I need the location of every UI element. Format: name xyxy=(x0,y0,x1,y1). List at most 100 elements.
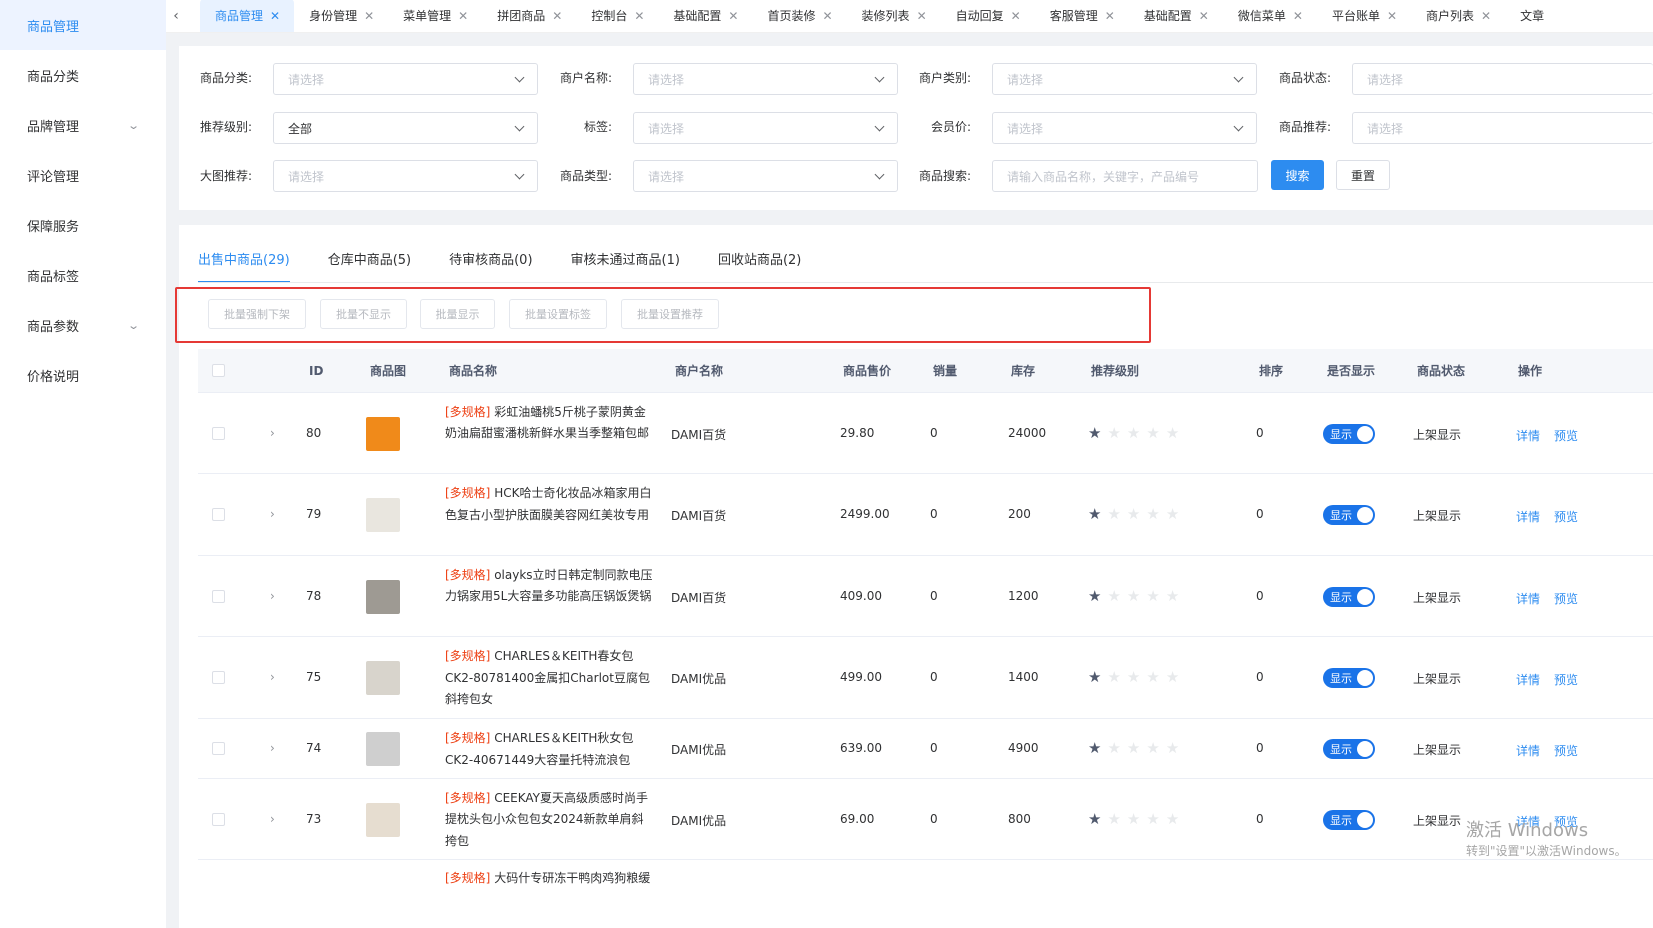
detail-link[interactable]: 详情 xyxy=(1516,671,1540,688)
star-icon[interactable]: ★ xyxy=(1107,507,1120,522)
star-icon[interactable]: ★ xyxy=(1166,670,1179,685)
star-icon[interactable]: ★ xyxy=(1088,741,1101,756)
row-checkbox[interactable] xyxy=(212,426,225,440)
reset-button[interactable]: 重置 xyxy=(1336,160,1390,190)
star-icon[interactable]: ★ xyxy=(1088,670,1101,685)
big-img-select[interactable]: 请选择 xyxy=(273,160,538,192)
row-checkbox[interactable] xyxy=(212,589,225,603)
close-icon[interactable]: ✕ xyxy=(270,9,280,23)
tab[interactable]: 平台账单 ✕ xyxy=(1317,0,1411,32)
rec-level-select[interactable]: 全部 xyxy=(273,112,538,144)
batch-set-tag-button[interactable]: 批量设置标签 xyxy=(509,299,607,329)
tab[interactable]: 身份管理 ✕ xyxy=(294,0,388,32)
sidebar-item[interactable]: 保障服务 xyxy=(0,200,166,250)
row-checkbox[interactable] xyxy=(212,671,225,684)
sidebar-item[interactable]: 商品管理 xyxy=(0,0,166,50)
row-checkbox[interactable] xyxy=(212,742,225,755)
close-icon[interactable]: ✕ xyxy=(1199,9,1209,23)
merchant-name-select[interactable]: 请选择 xyxy=(633,63,898,95)
star-icon[interactable]: ★ xyxy=(1107,741,1120,756)
star-icon[interactable]: ★ xyxy=(1146,507,1159,522)
batch-show-button[interactable]: 批量显示 xyxy=(420,299,495,329)
star-icon[interactable]: ★ xyxy=(1166,425,1179,441)
sidebar-item[interactable]: 商品分类 xyxy=(0,50,166,100)
tab[interactable]: 拼团商品 ✕ xyxy=(482,0,576,32)
batch-hide-button[interactable]: 批量不显示 xyxy=(320,299,407,329)
star-icon[interactable]: ★ xyxy=(1146,741,1159,756)
row-checkbox[interactable] xyxy=(212,812,225,826)
tab[interactable]: 微信菜单 ✕ xyxy=(1223,0,1317,32)
show-toggle[interactable]: 显示 xyxy=(1323,809,1375,830)
tab[interactable]: 商户列表 ✕ xyxy=(1411,0,1505,32)
sidebar-item[interactable]: 品牌管理 ⌄ xyxy=(0,100,166,150)
star-icon[interactable]: ★ xyxy=(1166,811,1179,827)
search-button[interactable]: 搜索 xyxy=(1271,160,1324,190)
category-select[interactable]: 请选择 xyxy=(273,63,538,95)
rating-stars[interactable]: ★ ★ ★ ★ ★ xyxy=(1088,588,1179,604)
tab-scroll-left-icon[interactable]: ‹ xyxy=(166,0,186,32)
star-icon[interactable]: ★ xyxy=(1107,811,1120,827)
sidebar-item[interactable]: 商品标签 xyxy=(0,250,166,300)
product-tab[interactable]: 出售中商品(29) xyxy=(198,249,290,283)
show-toggle[interactable]: 显示 xyxy=(1323,586,1375,607)
expand-chevron-icon[interactable]: › xyxy=(270,426,275,440)
close-icon[interactable]: ✕ xyxy=(364,9,374,23)
expand-chevron-icon[interactable]: › xyxy=(270,812,275,826)
star-icon[interactable]: ★ xyxy=(1146,588,1159,604)
merchant-type-select[interactable]: 请选择 xyxy=(992,63,1257,95)
product-tab[interactable]: 待审核商品(0) xyxy=(449,249,532,283)
close-icon[interactable]: ✕ xyxy=(634,9,644,23)
batch-set-recommend-button[interactable]: 批量设置推荐 xyxy=(621,299,719,329)
expand-chevron-icon[interactable]: › xyxy=(270,589,275,603)
row-checkbox[interactable] xyxy=(212,508,225,521)
tab[interactable]: 自动回复 ✕ xyxy=(941,0,1035,32)
close-icon[interactable]: ✕ xyxy=(1011,9,1021,23)
sidebar-item[interactable]: 商品参数 ⌄ xyxy=(0,300,166,350)
show-toggle[interactable]: 显示 xyxy=(1323,668,1375,688)
detail-link[interactable]: 详情 xyxy=(1516,590,1540,607)
preview-link[interactable]: 预览 xyxy=(1554,508,1578,525)
tab[interactable]: 菜单管理 ✕ xyxy=(388,0,482,32)
rating-stars[interactable]: ★ ★ ★ ★ ★ xyxy=(1088,811,1179,827)
tab[interactable]: 文章 xyxy=(1505,0,1558,32)
status-select[interactable]: 请选择 xyxy=(1352,63,1653,95)
preview-link[interactable]: 预览 xyxy=(1554,427,1578,444)
batch-force-offline-button[interactable]: 批量强制下架 xyxy=(208,299,306,329)
expand-chevron-icon[interactable]: › xyxy=(270,670,275,684)
close-icon[interactable]: ✕ xyxy=(822,9,832,23)
detail-link[interactable]: 详情 xyxy=(1516,427,1540,444)
star-icon[interactable]: ★ xyxy=(1088,425,1101,441)
product-type-select[interactable]: 请选择 xyxy=(633,160,898,192)
detail-link[interactable]: 详情 xyxy=(1516,742,1540,759)
tab[interactable]: 客服管理 ✕ xyxy=(1035,0,1129,32)
expand-chevron-icon[interactable]: › xyxy=(270,507,275,521)
star-icon[interactable]: ★ xyxy=(1127,670,1140,685)
close-icon[interactable]: ✕ xyxy=(458,9,468,23)
product-rec-select[interactable]: 请选择 xyxy=(1352,112,1653,144)
close-icon[interactable]: ✕ xyxy=(1293,9,1303,23)
close-icon[interactable]: ✕ xyxy=(1387,9,1397,23)
member-price-select[interactable]: 请选择 xyxy=(992,112,1257,144)
tab[interactable]: 基础配置 ✕ xyxy=(1129,0,1223,32)
rating-stars[interactable]: ★ ★ ★ ★ ★ xyxy=(1088,507,1179,522)
star-icon[interactable]: ★ xyxy=(1146,670,1159,685)
star-icon[interactable]: ★ xyxy=(1166,741,1179,756)
search-input[interactable]: 请输入商品名称，关键字，产品编号 xyxy=(992,160,1258,192)
star-icon[interactable]: ★ xyxy=(1107,425,1120,441)
close-icon[interactable]: ✕ xyxy=(1481,9,1491,23)
close-icon[interactable]: ✕ xyxy=(728,9,738,23)
star-icon[interactable]: ★ xyxy=(1107,670,1120,685)
detail-link[interactable]: 详情 xyxy=(1516,508,1540,525)
close-icon[interactable]: ✕ xyxy=(552,9,562,23)
show-toggle[interactable]: 显示 xyxy=(1323,505,1375,525)
star-icon[interactable]: ★ xyxy=(1146,811,1159,827)
star-icon[interactable]: ★ xyxy=(1127,588,1140,604)
rating-stars[interactable]: ★ ★ ★ ★ ★ xyxy=(1088,425,1179,441)
star-icon[interactable]: ★ xyxy=(1166,507,1179,522)
tab[interactable]: 基础配置 ✕ xyxy=(658,0,752,32)
tag-select[interactable]: 请选择 xyxy=(633,112,898,144)
product-tab[interactable]: 仓库中商品(5) xyxy=(328,249,411,283)
star-icon[interactable]: ★ xyxy=(1088,507,1101,522)
star-icon[interactable]: ★ xyxy=(1127,425,1140,441)
product-tab[interactable]: 审核未通过商品(1) xyxy=(571,249,680,283)
